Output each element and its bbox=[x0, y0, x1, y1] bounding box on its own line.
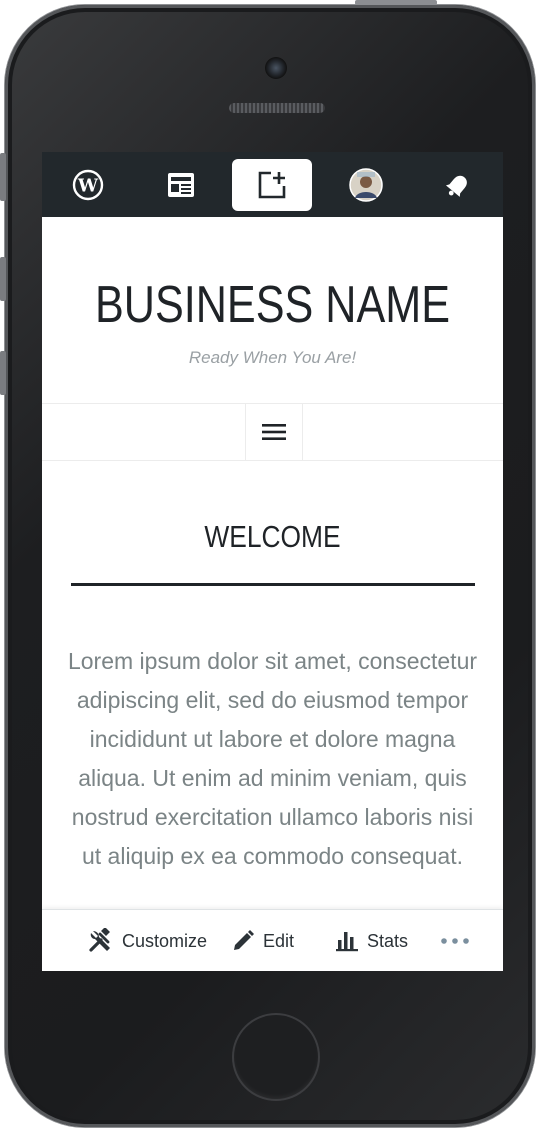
site-title[interactable]: BUSINESS NAME bbox=[81, 275, 464, 335]
front-camera bbox=[265, 57, 287, 79]
navigation-bar bbox=[42, 403, 503, 461]
more-horizontal-icon bbox=[441, 938, 469, 944]
menu-toggle-button[interactable] bbox=[245, 404, 303, 460]
topbar-item-write[interactable] bbox=[232, 159, 312, 211]
site-tagline: Ready When You Are! bbox=[188, 348, 357, 367]
volume-down-button bbox=[0, 351, 6, 395]
edit-label: Edit bbox=[263, 930, 295, 951]
customize-label: Customize bbox=[122, 930, 208, 951]
earpiece-speaker bbox=[229, 103, 325, 113]
page-body-text: Lorem ipsum dolor sit amet, consectetur … bbox=[67, 648, 478, 869]
topbar-item-notifications[interactable] bbox=[418, 159, 498, 211]
edit-button[interactable]: Edit bbox=[231, 910, 294, 971]
topbar-item-reader[interactable] bbox=[141, 159, 221, 211]
wordpress-icon: W bbox=[72, 169, 104, 201]
phone-screen: W BUSINESS NAME Ready When You Are! WELC… bbox=[42, 152, 503, 971]
page-heading: WELCOME bbox=[204, 519, 341, 554]
write-post-icon bbox=[258, 171, 286, 199]
svg-text:W: W bbox=[77, 176, 99, 197]
heading-divider bbox=[71, 583, 475, 586]
topbar-item-profile[interactable] bbox=[326, 159, 406, 211]
notifications-bell-icon bbox=[445, 175, 467, 197]
mute-switch bbox=[0, 153, 6, 201]
power-button bbox=[355, 0, 437, 5]
bottom-action-bar: Customize Edit Stats bbox=[42, 909, 503, 971]
stats-label: Stats bbox=[367, 930, 409, 951]
avatar bbox=[349, 168, 383, 202]
reader-icon bbox=[168, 173, 194, 197]
site-header: BUSINESS NAME Ready When You Are! bbox=[42, 217, 503, 403]
hamburger-menu-icon bbox=[262, 424, 286, 440]
tools-icon bbox=[89, 928, 110, 952]
more-actions-button[interactable] bbox=[440, 910, 470, 971]
topbar-item-wordpress[interactable]: W bbox=[48, 159, 128, 211]
wp-admin-topbar: W bbox=[42, 152, 503, 217]
pencil-icon bbox=[234, 930, 254, 950]
stats-button[interactable]: Stats bbox=[335, 910, 408, 971]
customize-button[interactable]: Customize bbox=[88, 910, 207, 971]
volume-up-button bbox=[0, 257, 6, 301]
home-button[interactable] bbox=[232, 1013, 320, 1101]
stats-bar-chart-icon bbox=[336, 932, 358, 952]
